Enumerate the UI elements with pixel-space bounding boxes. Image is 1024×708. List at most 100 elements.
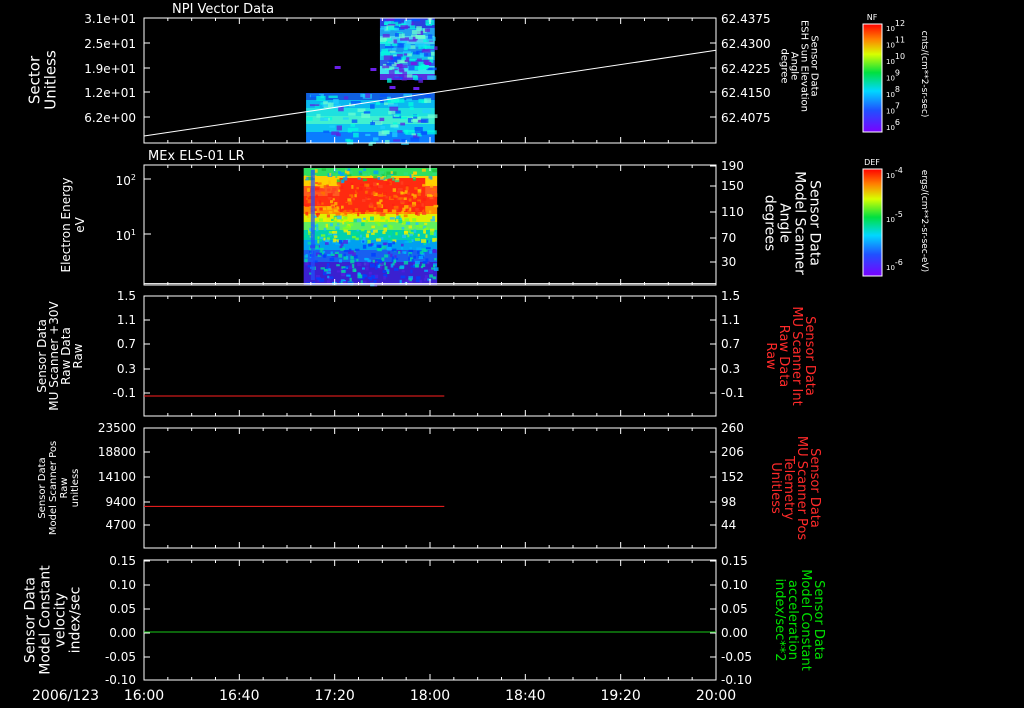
panel4-right-tick-label: 206 xyxy=(721,445,744,459)
heatmap-cell xyxy=(397,130,403,133)
heatmap-cell xyxy=(383,262,386,266)
heatmap-cell xyxy=(386,271,390,275)
panel4-left-tick-label: 18800 xyxy=(98,445,136,459)
heatmap-cell xyxy=(338,171,342,175)
heatmap-cell xyxy=(420,239,426,243)
heatmap-cell xyxy=(373,207,377,210)
heatmap-cell xyxy=(427,34,433,39)
heatmap-cell xyxy=(315,220,318,224)
heatmap-cell xyxy=(368,271,372,275)
panel1-colorbar-units: cnts/(cm**2-sr-sec) xyxy=(919,31,929,118)
heatmap-cell xyxy=(310,170,315,280)
heatmap-cell xyxy=(426,194,432,197)
heatmap-cell xyxy=(392,203,395,206)
panel1-colorbar-tick: 107 xyxy=(886,102,900,116)
heatmap-cell xyxy=(398,230,402,235)
heatmap-cell xyxy=(326,263,330,267)
heatmap-cell xyxy=(366,230,371,234)
heatmap-cell xyxy=(425,62,432,65)
panel2-right-axis-label: Sensor DataModel ScannerAngledegrees xyxy=(762,171,823,275)
heatmap-cell xyxy=(410,62,417,65)
heatmap-cell xyxy=(327,102,334,108)
heatmap-cell xyxy=(381,130,390,135)
heatmap-cell xyxy=(414,65,423,70)
heatmap-cell xyxy=(398,33,405,39)
heatmap-cell xyxy=(353,218,358,223)
heatmap-cell xyxy=(339,259,342,263)
heatmap-cell xyxy=(363,217,366,220)
heatmap-cell xyxy=(423,229,426,234)
heatmap-cell xyxy=(352,232,356,236)
panel3-right-axis-label: Sensor DataMU Scanner IntRaw DataRaw xyxy=(763,306,817,405)
heatmap-cell xyxy=(427,75,437,80)
panel5-left-axis-label-line: Model Constant xyxy=(37,565,53,675)
heatmap-cell xyxy=(431,177,436,181)
heatmap-cell xyxy=(356,258,359,262)
heatmap-cell xyxy=(424,222,428,225)
panel1-left-tick-label: 2.5e+01 xyxy=(84,37,136,51)
heatmap-cell xyxy=(379,199,383,203)
heatmap-cell xyxy=(393,77,400,81)
panel1-left-tick-label: 1.2e+01 xyxy=(84,86,136,100)
panel1-left-axis-label: SectorUnitless xyxy=(25,50,59,110)
heatmap-cell xyxy=(334,251,339,255)
heatmap-cell xyxy=(405,186,409,191)
heatmap-cell xyxy=(373,182,377,187)
panel3-frame xyxy=(143,295,717,417)
heatmap-cell xyxy=(320,184,324,189)
heatmap-cell xyxy=(427,114,438,119)
heatmap-cell xyxy=(408,249,414,253)
heatmap-cell xyxy=(383,227,388,232)
panel4-frame xyxy=(143,427,717,549)
heatmap-cell xyxy=(350,123,356,127)
heatmap-cell xyxy=(362,199,366,203)
heatmap-cell xyxy=(328,95,338,98)
heatmap-cell xyxy=(380,37,386,43)
heatmap-cell xyxy=(318,200,322,204)
panel1-title: NPI Vector Data xyxy=(172,2,274,17)
heatmap-cell xyxy=(371,275,376,279)
heatmap-cell xyxy=(373,176,378,179)
heatmap-cell xyxy=(332,230,338,234)
heatmap-cell xyxy=(429,250,433,254)
heatmap-cell xyxy=(323,130,330,133)
heatmap-cell xyxy=(411,30,421,35)
heatmap-cell xyxy=(330,223,334,227)
x-tick-label: 18:00 xyxy=(410,688,450,704)
heatmap-cell xyxy=(372,191,376,196)
heatmap-cell xyxy=(356,187,360,190)
heatmap-cell xyxy=(326,271,331,274)
heatmap-cell xyxy=(363,168,367,172)
heatmap-cell xyxy=(409,207,412,212)
panel2-left-axis-label: Electron Energy eV xyxy=(59,177,87,272)
heatmap-cell xyxy=(399,279,402,284)
panel5-left-tick-label: 0.10 xyxy=(109,578,136,592)
heatmap-cell xyxy=(414,126,423,132)
heatmap-cell xyxy=(433,267,439,271)
heatmap-cell xyxy=(379,117,385,122)
panel3-left-axis-label: Sensor DataMU Scanner +30VRaw DataRaw xyxy=(35,301,85,411)
heatmap-cell xyxy=(319,252,323,256)
heatmap-cell xyxy=(386,246,392,251)
heatmap-cell xyxy=(327,206,332,210)
heatmap-cell xyxy=(322,254,325,258)
heatmap-cell xyxy=(306,116,313,121)
heatmap-cell xyxy=(396,257,399,260)
heatmap-cell xyxy=(395,113,401,117)
heatmap-cell xyxy=(361,222,365,227)
heatmap-cell xyxy=(387,251,391,255)
panel1-colorbar-units-line: cnts/(cm**2-sr-sec) xyxy=(919,31,929,118)
x-tick-label: 18:40 xyxy=(505,688,545,704)
heatmap-cell xyxy=(382,270,386,274)
heatmap-cell xyxy=(318,218,324,222)
heatmap-cell xyxy=(330,253,335,256)
heatmap-cell xyxy=(418,255,424,260)
heatmap-cell xyxy=(377,222,381,227)
heatmap-cell xyxy=(423,52,432,57)
heatmap-cell xyxy=(315,245,319,249)
heatmap-cell xyxy=(369,263,375,268)
heatmap-cell xyxy=(395,216,399,220)
heatmap-cell xyxy=(380,26,387,30)
panel2-right-axis-label-line: Model Scanner xyxy=(792,171,808,275)
heatmap-cell xyxy=(357,212,360,217)
